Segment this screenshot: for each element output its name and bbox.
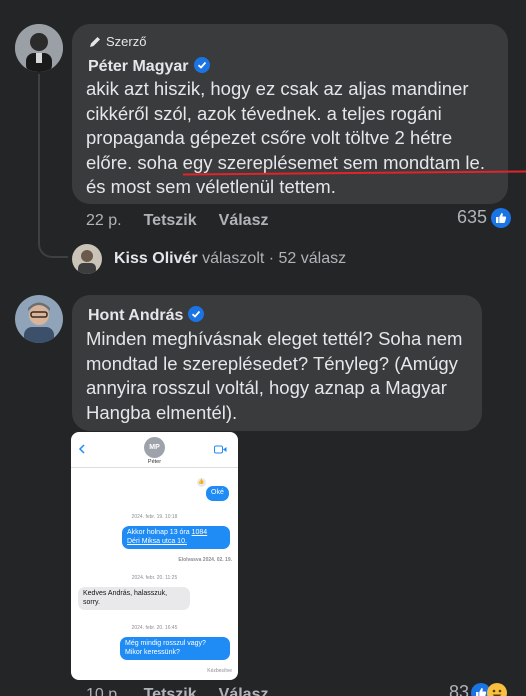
like-button[interactable]: Tetszik: [144, 212, 197, 230]
author-badge: Szerző: [88, 34, 146, 49]
verified-icon: [188, 306, 205, 322]
comment-author-name[interactable]: Péter Magyar: [88, 58, 189, 75]
avatar-peter-magyar[interactable]: [15, 24, 63, 72]
reply-button[interactable]: Válasz: [219, 212, 269, 230]
comment-line: annyira rosszul voltál, hogy aznap a Mag…: [86, 377, 447, 398]
contact-initials: MP: [149, 444, 160, 451]
video-call-icon: [214, 441, 227, 454]
comment-actions: 22 p. Tetszik Válasz: [86, 212, 268, 230]
comment-author[interactable]: Péter Magyar: [88, 57, 210, 76]
comment-line: Minden meghívásnak eleget tettél? Soha n…: [86, 328, 463, 349]
comment-line: propaganda gépezet csőre volt töltve 2 h…: [86, 127, 453, 148]
attached-image[interactable]: MP Péter 👍 Oké 2024. febr. 19. 10:18 Akk…: [71, 432, 238, 680]
comment-line: akik azt hiszik, hogy ez csak az aljas m…: [86, 78, 469, 99]
read-receipt: Elolvasva 2024. 02. 19.: [178, 557, 232, 563]
comment-line: és most sem véletlenül tettem.: [86, 176, 336, 197]
reaction-count: 83: [449, 682, 470, 696]
like-button[interactable]: Tetszik: [144, 686, 197, 696]
timestamp: 2024. febr. 19. 10:18: [131, 514, 178, 520]
header-divider: [71, 467, 238, 468]
haha-reaction-icon: [487, 682, 508, 696]
verified-icon: [193, 57, 210, 73]
comment-line: Hangba elmentél).: [86, 401, 238, 423]
thread-line: [38, 74, 40, 224]
reaction-count-box[interactable]: 635: [457, 207, 512, 228]
reaction-count-box[interactable]: 83: [449, 682, 508, 696]
thread-line-curve: [38, 224, 68, 258]
contact-name: Péter: [147, 459, 162, 465]
comment-line: mondtad le szereplésedet? Tényleg? (Amúg…: [86, 352, 458, 374]
reply-author[interactable]: Kiss Olivér: [114, 250, 198, 267]
thumbs-up-reaction-icon: 👍: [197, 478, 206, 487]
reply-button[interactable]: Válasz: [219, 686, 269, 696]
reply-summary[interactable]: Kiss Olivér válaszolt · 52 válasz: [114, 250, 346, 268]
delivered-status: Kézbesítve: [207, 668, 232, 674]
comment-bubble: Hont András Minden meghívásnak eleget te…: [72, 295, 482, 431]
message-bubble: Oké: [206, 486, 229, 501]
message-bubble: Akkor holnap 13 óra 1084 Déri Miksa utca…: [122, 526, 230, 549]
message-link: 1084: [191, 529, 208, 536]
comment-time: 10 p.: [86, 686, 122, 696]
timestamp: 2024. febr. 20. 16:45: [131, 625, 178, 631]
avatar-hont-andras[interactable]: [15, 295, 63, 343]
comment-actions: 10 p. Tetszik Válasz: [86, 686, 268, 696]
message-line: Kedves András, halasszuk,: [83, 590, 168, 597]
comment-bubble: Szerző Péter Magyar akik azt hiszik, hog…: [72, 24, 508, 204]
avatar-kiss-oliver[interactable]: [72, 244, 102, 274]
timestamp: 2024. febr. 20. 11:25: [131, 575, 178, 581]
comment-author[interactable]: Hont András: [88, 306, 205, 325]
comment-time: 22 p.: [86, 212, 122, 229]
message-line: sorry.: [83, 598, 100, 606]
comment-text: Minden meghívásnak eleget tettél? Soha n…: [86, 327, 480, 425]
comment-line: cikkéről szól, azok tévednek. a teljes r…: [86, 102, 442, 124]
message-line: Még mindig rosszul vagy?: [125, 640, 206, 647]
comment-author-name[interactable]: Hont András: [88, 307, 183, 324]
message-bubble: Még mindig rosszul vagy? Mikor keressünk…: [120, 637, 230, 660]
message-text: Akkor holnap 13 óra: [127, 529, 192, 536]
comment-text: akik azt hiszik, hogy ez csak az aljas m…: [86, 77, 506, 200]
message-bubble: Kedves András, halasszuk, sorry.: [78, 587, 190, 610]
reaction-count: 635: [457, 207, 488, 227]
back-chevron-icon: [78, 441, 86, 454]
like-reaction-icon: [491, 207, 512, 228]
author-badge-label: Szerző: [106, 34, 147, 49]
contact-avatar: MP: [144, 437, 165, 458]
reply-count-text[interactable]: válaszolt · 52 válasz: [202, 250, 346, 267]
message-line: Akkor holnap 13 óra 1084: [127, 529, 225, 538]
message-link: Déri Miksa utca 10.: [127, 537, 187, 545]
message-line: Déri Miksa utca 10.: [127, 538, 225, 547]
message-line: Mikor keressünk?: [125, 648, 180, 656]
pen-icon: [88, 35, 102, 49]
